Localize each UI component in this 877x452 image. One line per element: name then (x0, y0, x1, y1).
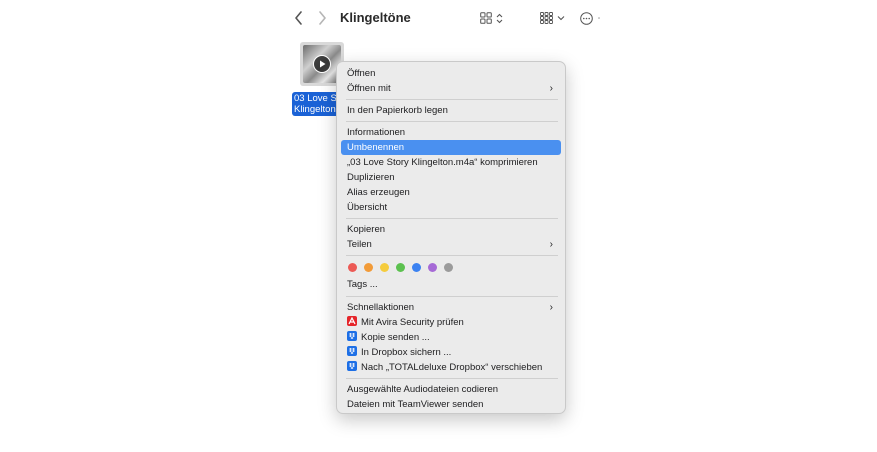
menu-item-open[interactable]: Öffnen (341, 66, 561, 81)
ellipsis-circle-icon (580, 11, 593, 25)
menu-separator (346, 378, 558, 379)
view-mode-button[interactable] (480, 9, 503, 27)
menu-item-label: Tags ... (347, 279, 378, 290)
finder-window: Klingeltöne 03 Love St Klingelton. Öffne… (0, 0, 877, 452)
menu-item-label: In den Papierkorb legen (347, 105, 448, 116)
tag-green[interactable] (396, 263, 405, 272)
menu-item-label: Schnellaktionen (347, 302, 415, 313)
dropbox-icon (347, 346, 357, 356)
menu-item-quicklook[interactable]: Übersicht (341, 200, 561, 215)
menu-item-share[interactable]: Teilen › (341, 237, 561, 252)
dropbox-icon (347, 361, 357, 371)
avira-icon (347, 316, 357, 326)
menu-item-label: Öffnen (347, 68, 376, 79)
menu-item-label: Ausgewählte Audiodateien codieren (347, 384, 499, 395)
menu-item-label: Kopieren (347, 224, 386, 235)
menu-item-label: In Dropbox sichern ... (361, 347, 452, 358)
menu-item-info[interactable]: Informationen (341, 125, 561, 140)
tag-blue[interactable] (412, 263, 421, 272)
menu-item-open-with[interactable]: Öffnen mit › (341, 81, 561, 96)
chevron-left-icon (294, 11, 302, 25)
window-title: Klingeltöne (340, 10, 411, 25)
menu-item-label: Teilen (347, 239, 372, 250)
back-button[interactable] (289, 8, 307, 28)
menu-item-label: Nach „TOTALdeluxe Dropbox“ verschieben (361, 362, 543, 373)
menu-item-dropbox-save[interactable]: In Dropbox sichern ... (341, 345, 561, 360)
menu-item-quick-actions[interactable]: Schnellaktionen › (341, 300, 561, 315)
menu-item-label: Duplizieren (347, 172, 395, 183)
menu-item-label: Mit Avira Security prüfen (361, 317, 464, 328)
chevron-right-icon: › (549, 83, 553, 94)
menu-item-dropbox-move[interactable]: Nach „TOTALdeluxe Dropbox“ verschieben (341, 360, 561, 375)
chevron-right-icon (318, 11, 326, 25)
dropbox-icon (347, 331, 357, 341)
menu-separator (346, 218, 558, 219)
play-icon[interactable] (313, 55, 331, 73)
tag-purple[interactable] (428, 263, 437, 272)
tag-red[interactable] (348, 263, 357, 272)
chevron-right-icon: › (549, 239, 553, 250)
context-menu: Öffnen Öffnen mit › In den Papierkorb leg… (336, 61, 566, 414)
menu-item-label: Alias erzeugen (347, 187, 410, 198)
menu-item-label: Informationen (347, 127, 406, 138)
menu-item-avira[interactable]: Mit Avira Security prüfen (341, 315, 561, 330)
menu-item-label: „03 Love Story Klingelton.m4a“ komprimie… (347, 157, 538, 168)
tag-yellow[interactable] (380, 263, 389, 272)
menu-item-label: Öffnen mit (347, 83, 391, 94)
tag-gray[interactable] (444, 263, 453, 272)
menu-item-rename[interactable]: Umbenennen (341, 140, 561, 155)
chevron-right-icon: › (549, 302, 553, 313)
icon-grid-icon (480, 12, 492, 24)
menu-item-label: Kopie senden ... (361, 332, 430, 343)
menu-separator (346, 99, 558, 100)
forward-button[interactable] (313, 8, 331, 28)
menu-item-duplicate[interactable]: Duplizieren (341, 170, 561, 185)
toolbar: Klingeltöne (0, 0, 877, 36)
action-button[interactable] (580, 9, 601, 27)
menu-item-tags[interactable]: Tags ... (341, 277, 561, 292)
menu-item-label: Übersicht (347, 202, 388, 213)
menu-item-label: Dateien mit TeamViewer senden (347, 399, 484, 410)
menu-item-trash[interactable]: In den Papierkorb legen (341, 103, 561, 118)
menu-separator (346, 255, 558, 256)
menu-item-encode-audio[interactable]: Ausgewählte Audiodateien codieren (341, 382, 561, 397)
menu-item-copy[interactable]: Kopieren (341, 222, 561, 237)
group-button[interactable] (540, 9, 565, 27)
menu-item-teamviewer[interactable]: Dateien mit TeamViewer senden (341, 397, 561, 412)
group-grid-icon (540, 12, 553, 24)
menu-separator (346, 296, 558, 297)
menu-separator (346, 121, 558, 122)
chevron-down-icon (557, 16, 565, 21)
menu-item-label: Umbenennen (347, 142, 405, 153)
menu-item-dropbox-send[interactable]: Kopie senden ... (341, 330, 561, 345)
menu-item-alias[interactable]: Alias erzeugen (341, 185, 561, 200)
tag-orange[interactable] (364, 263, 373, 272)
updown-chevron-icon (496, 13, 503, 23)
menu-item-compress[interactable]: „03 Love Story Klingelton.m4a“ komprimie… (341, 155, 561, 170)
dot-icon (598, 17, 600, 19)
